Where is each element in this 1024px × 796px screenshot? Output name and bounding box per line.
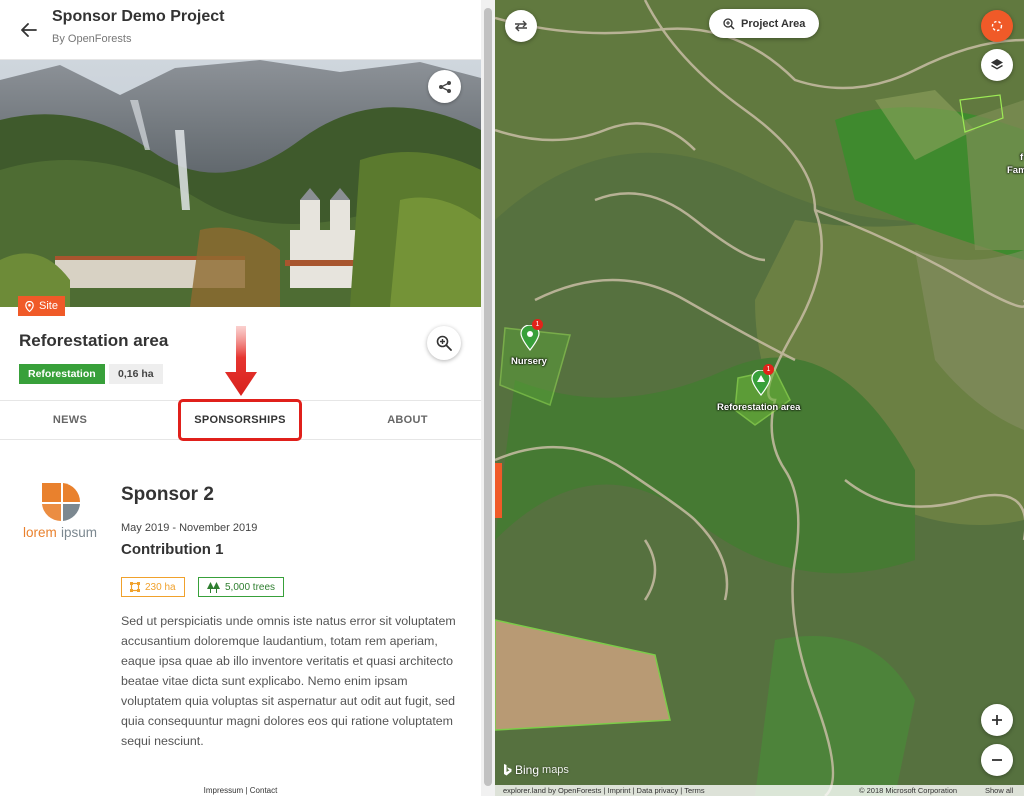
site-title: Reforestation area <box>19 331 169 350</box>
sponsor-name: Sponsor 2 <box>121 484 214 505</box>
project-area-label: Project Area <box>741 17 806 30</box>
locate-icon <box>991 20 1003 32</box>
impressum-link[interactable]: Impressum <box>204 786 244 795</box>
bing-icon <box>504 764 512 776</box>
site-type-badge: Reforestation <box>19 364 105 384</box>
share-button[interactable] <box>428 70 461 103</box>
contribution-title: Contribution 1 <box>121 541 224 558</box>
map-copyright: © 2018 Microsoft Corporation <box>859 786 958 795</box>
tab-about[interactable]: ABOUT <box>370 401 445 439</box>
trees-chip: 5,000 trees <box>198 577 285 597</box>
project-owner[interactable]: By OpenForests <box>52 33 131 45</box>
satellite-map[interactable]: Project Area Nursery Reforestation area … <box>495 0 1024 796</box>
sponsor-dates: May 2019 - November 2019 <box>121 522 258 534</box>
zoom-in-icon <box>436 335 452 351</box>
sponsor-logo: lorem ipsum <box>23 483 101 541</box>
sponsor-description: Sed ut perspiciatis unde omnis iste natu… <box>121 614 456 748</box>
layers-button[interactable] <box>981 49 1013 81</box>
share-icon <box>438 80 451 93</box>
back-button[interactable] <box>16 17 42 43</box>
zoom-in-button[interactable] <box>981 704 1013 736</box>
zoom-to-site-button[interactable] <box>427 326 461 360</box>
app-root: Sponsor Demo Project By OpenForests Site… <box>0 0 1024 796</box>
trees-icon <box>207 581 220 593</box>
map-label-partial-1: f <box>1020 152 1024 163</box>
swap-arrows-icon <box>515 20 527 32</box>
site-tag: Site <box>18 296 65 316</box>
panel-edge-marker <box>495 463 502 518</box>
area-chip: 230 ha <box>121 577 185 597</box>
map-label-nursery: Nursery <box>511 356 547 367</box>
reforestation-marker[interactable]: 1 <box>751 364 774 396</box>
bing-maps-word: maps <box>542 764 569 776</box>
map-label-partial-2: Fam <box>1007 165 1024 176</box>
project-area-button[interactable]: Project Area <box>709 9 820 38</box>
site-size-badge: 0,16 ha <box>109 364 163 384</box>
panel-footer: Impressum | Contact <box>0 786 481 796</box>
contact-link[interactable]: Contact <box>250 786 278 795</box>
nursery-marker[interactable]: 1 <box>520 319 543 351</box>
show-all-link[interactable]: Show all <box>985 785 1013 796</box>
locate-button[interactable] <box>981 10 1013 42</box>
sponsor-logo-word-1: lorem <box>23 525 57 540</box>
trees-chip-label: 5,000 trees <box>225 581 276 593</box>
map-pin-icon <box>25 300 34 312</box>
footer-separator: | <box>245 786 248 795</box>
tab-bar: NEWS SPONSORSHIPS ABOUT <box>0 399 481 441</box>
reforestation-marker-count: 1 <box>763 364 774 375</box>
map-imagery <box>495 0 1024 796</box>
panel-header: Sponsor Demo Project By OpenForests <box>0 0 481 60</box>
project-panel: Sponsor Demo Project By OpenForests Site… <box>0 0 481 796</box>
highlight-arrow <box>225 326 257 396</box>
nursery-marker-count: 1 <box>532 319 543 330</box>
arrow-left-icon <box>21 23 37 37</box>
panel-scrollbar[interactable] <box>481 0 495 796</box>
scrollbar-thumb[interactable] <box>484 8 492 786</box>
bing-logo-word: Bing <box>515 763 540 777</box>
sponsor-logo-word-2: ipsum <box>61 525 97 540</box>
zoom-in-icon <box>723 17 735 30</box>
bing-logo: Bing maps <box>503 763 569 777</box>
project-title: Sponsor Demo Project <box>52 8 225 25</box>
area-chip-label: 230 ha <box>145 581 176 593</box>
area-icon <box>130 582 140 592</box>
minus-icon <box>992 759 1002 761</box>
map-label-reforestation: Reforestation area <box>717 402 801 413</box>
site-tag-label: Site <box>39 300 58 312</box>
site-photo <box>0 60 481 307</box>
swap-view-button[interactable] <box>505 10 537 42</box>
tab-sponsorships[interactable]: SPONSORSHIPS <box>178 399 302 441</box>
tab-news[interactable]: NEWS <box>30 401 110 439</box>
map-footer: explorer.land by OpenForests | Imprint |… <box>495 785 1024 796</box>
map-footer-links[interactable]: explorer.land by OpenForests | Imprint |… <box>503 785 705 796</box>
zoom-out-button[interactable] <box>981 744 1013 776</box>
layers-icon <box>991 59 1003 70</box>
plus-icon <box>992 715 1002 725</box>
